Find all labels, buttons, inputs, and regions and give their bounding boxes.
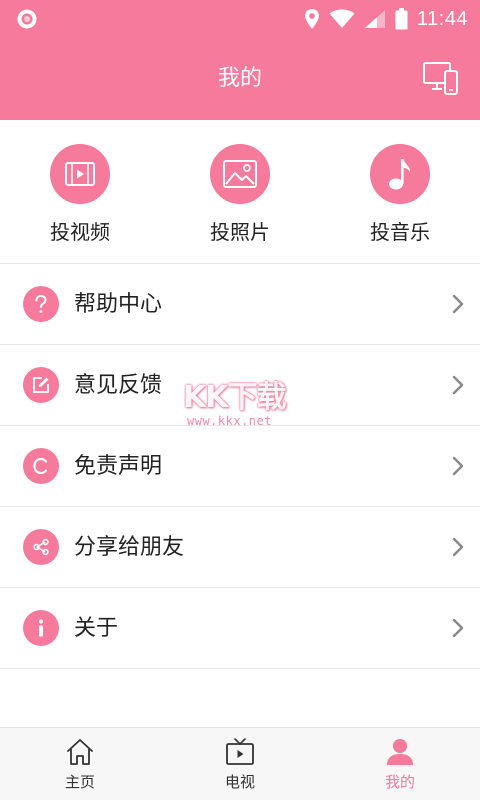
nav-label: 我的 — [384, 773, 415, 791]
chevron-right-icon — [452, 537, 464, 557]
tv-icon — [226, 738, 254, 765]
menu-item-label: 帮助中心 — [74, 292, 163, 317]
nav-label: 主页 — [64, 773, 95, 791]
nav-tab-home[interactable]: 主页 — [0, 728, 160, 800]
signal-icon — [364, 10, 385, 28]
video-icon — [50, 144, 110, 204]
nav-label: 电视 — [224, 773, 255, 791]
nav-tab-tv[interactable]: 电视 — [160, 728, 320, 800]
info-icon — [23, 610, 59, 646]
screen: 11:44 我的 投视频 投照片 投音乐 帮助中心 意见反馈 免责声明 分享给朋… — [0, 0, 480, 800]
battery-icon — [395, 8, 408, 30]
quick-action-label: 投照片 — [210, 220, 270, 244]
nav-tab-me[interactable]: 我的 — [320, 728, 480, 800]
chevron-right-icon — [452, 618, 464, 638]
quick-action-label: 投视频 — [50, 220, 110, 244]
cast-screen-icon[interactable] — [422, 60, 460, 98]
question-icon — [23, 286, 59, 322]
menu-item-label: 分享给朋友 — [74, 535, 185, 560]
person-icon — [387, 739, 413, 765]
chevron-right-icon — [452, 294, 464, 314]
status-icons: 11:44 — [304, 0, 468, 38]
menu-item-disclaimer[interactable]: 免责声明 — [0, 426, 480, 507]
menu-item-share[interactable]: 分享给朋友 — [0, 507, 480, 588]
status-time: 11:44 — [416, 7, 468, 30]
copyright-icon — [23, 448, 59, 484]
quick-actions: 投视频 投照片 投音乐 — [0, 120, 480, 264]
home-icon — [67, 739, 93, 765]
music-note-icon — [370, 144, 430, 204]
menu-item-feedback[interactable]: 意见反馈 — [0, 345, 480, 426]
share-icon — [23, 529, 59, 565]
chevron-right-icon — [452, 375, 464, 395]
edit-icon — [23, 367, 59, 403]
menu-item-about[interactable]: 关于 — [0, 588, 480, 669]
notification-circle-icon — [17, 9, 37, 29]
chevron-right-icon — [452, 456, 464, 476]
cast-photo-button[interactable]: 投照片 — [160, 120, 320, 263]
page-title: 我的 — [217, 66, 262, 91]
menu-item-label: 关于 — [74, 616, 119, 641]
title-bar: 我的 — [0, 38, 480, 120]
wifi-icon — [329, 9, 355, 28]
cast-video-button[interactable]: 投视频 — [0, 120, 160, 263]
menu-item-label: 免责声明 — [74, 454, 163, 479]
status-bar: 11:44 — [0, 0, 480, 38]
image-icon — [210, 144, 270, 204]
menu-item-label: 意见反馈 — [74, 373, 163, 398]
location-icon — [304, 9, 319, 29]
menu-item-help-center[interactable]: 帮助中心 — [0, 264, 480, 345]
quick-action-label: 投音乐 — [370, 220, 430, 244]
bottom-nav: 主页 电视 我的 — [0, 727, 480, 800]
cast-music-button[interactable]: 投音乐 — [320, 120, 480, 263]
settings-menu: 帮助中心 意见反馈 免责声明 分享给朋友 关于 — [0, 264, 480, 669]
